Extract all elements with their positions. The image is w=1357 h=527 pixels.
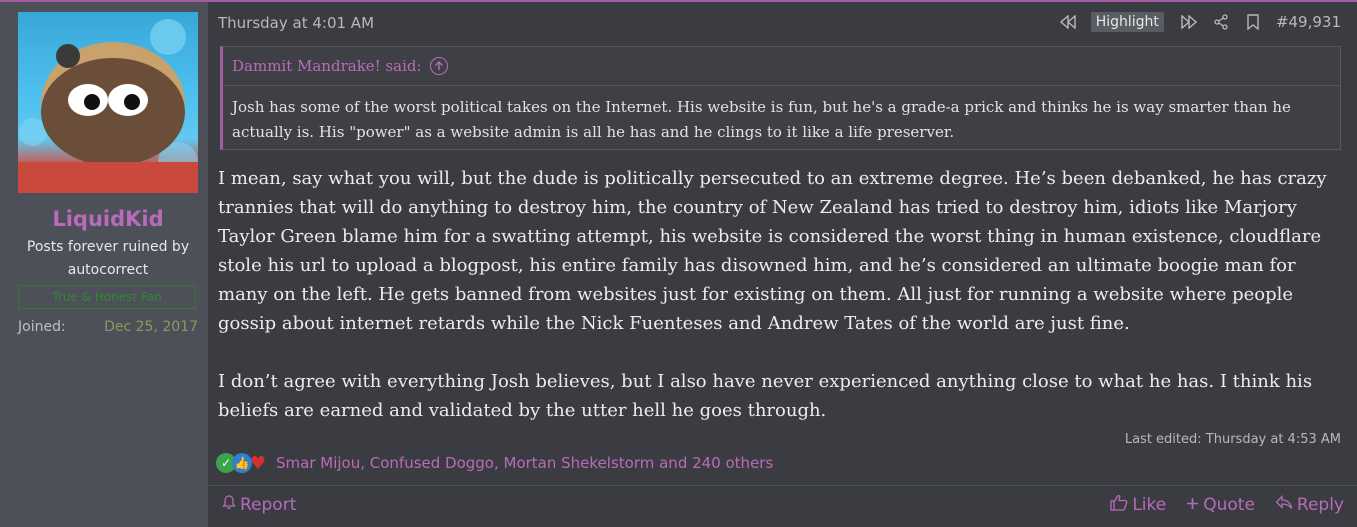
quote-block: Dammit Mandrake! said: Josh has some of … — [220, 46, 1341, 150]
quote-text: Josh has some of the worst political tak… — [232, 98, 1291, 141]
like-button[interactable]: Like — [1110, 494, 1166, 516]
thumbs-up-icon — [1110, 494, 1128, 516]
arrow-up-circle-icon[interactable] — [429, 57, 448, 75]
post-body: I mean, say what you will, but the dude … — [218, 164, 1348, 454]
report-label: Report — [240, 494, 297, 515]
user-banner: True & Honest Fan — [18, 285, 196, 309]
plus-icon — [1186, 495, 1199, 515]
quote-header[interactable]: Dammit Mandrake! said: — [223, 47, 1340, 86]
like-label: Like — [1132, 495, 1167, 515]
reply-icon — [1275, 494, 1293, 515]
username[interactable]: LiquidKid — [0, 207, 216, 231]
reaction-users[interactable]: Smar Mijou, Confused Doggo, Mortan Sheke… — [276, 454, 773, 472]
share-icon[interactable] — [1212, 13, 1230, 31]
footer-divider — [208, 485, 1357, 486]
post-paragraph: I don’t agree with everything Josh belie… — [218, 371, 1313, 421]
highlight-button[interactable]: Highlight — [1090, 12, 1164, 32]
reactions-bar[interactable]: ✓ 👍 ♥ Smar Mijou, Confused Doggo, Mortan… — [216, 452, 773, 474]
reply-label: Reply — [1296, 495, 1344, 515]
joined-date: Dec 25, 2017 — [104, 319, 198, 335]
post-container: LiquidKid Posts forever ruined by autoco… — [0, 0, 1357, 527]
post-date[interactable]: Thursday at 4:01 AM — [218, 14, 374, 32]
quote-author[interactable]: Dammit Mandrake! said: — [232, 57, 422, 75]
user-sidebar: LiquidKid Posts forever ruined by autoco… — [0, 2, 208, 527]
fast-forward-icon[interactable] — [1180, 13, 1198, 31]
post-paragraph: I mean, say what you will, but the dude … — [218, 168, 1327, 334]
joined-label: Joined: — [18, 319, 66, 335]
bell-icon — [222, 494, 236, 515]
report-button[interactable]: Report — [222, 494, 296, 515]
avatar[interactable] — [18, 12, 198, 193]
rewind-icon[interactable] — [1059, 13, 1077, 31]
post-main: Thursday at 4:01 AM Highlight #49,931 Da… — [208, 2, 1357, 527]
last-edited: Last edited: Thursday at 4:53 AM — [1124, 432, 1341, 447]
quote-label: Quote — [1203, 495, 1255, 515]
bookmark-icon[interactable] — [1244, 13, 1262, 31]
user-title: Posts forever ruined by autocorrect — [26, 239, 190, 278]
reply-button[interactable]: Reply — [1275, 494, 1344, 516]
heart-reaction-icon: ♥ — [249, 452, 267, 474]
post-number[interactable]: #49,931 — [1276, 13, 1341, 31]
quote-button[interactable]: Quote — [1186, 494, 1255, 516]
avatar-image — [18, 19, 198, 193]
footer-actions: Like Quote Reply — [1110, 494, 1344, 516]
post-actions-top: Highlight #49,931 — [1059, 12, 1341, 32]
